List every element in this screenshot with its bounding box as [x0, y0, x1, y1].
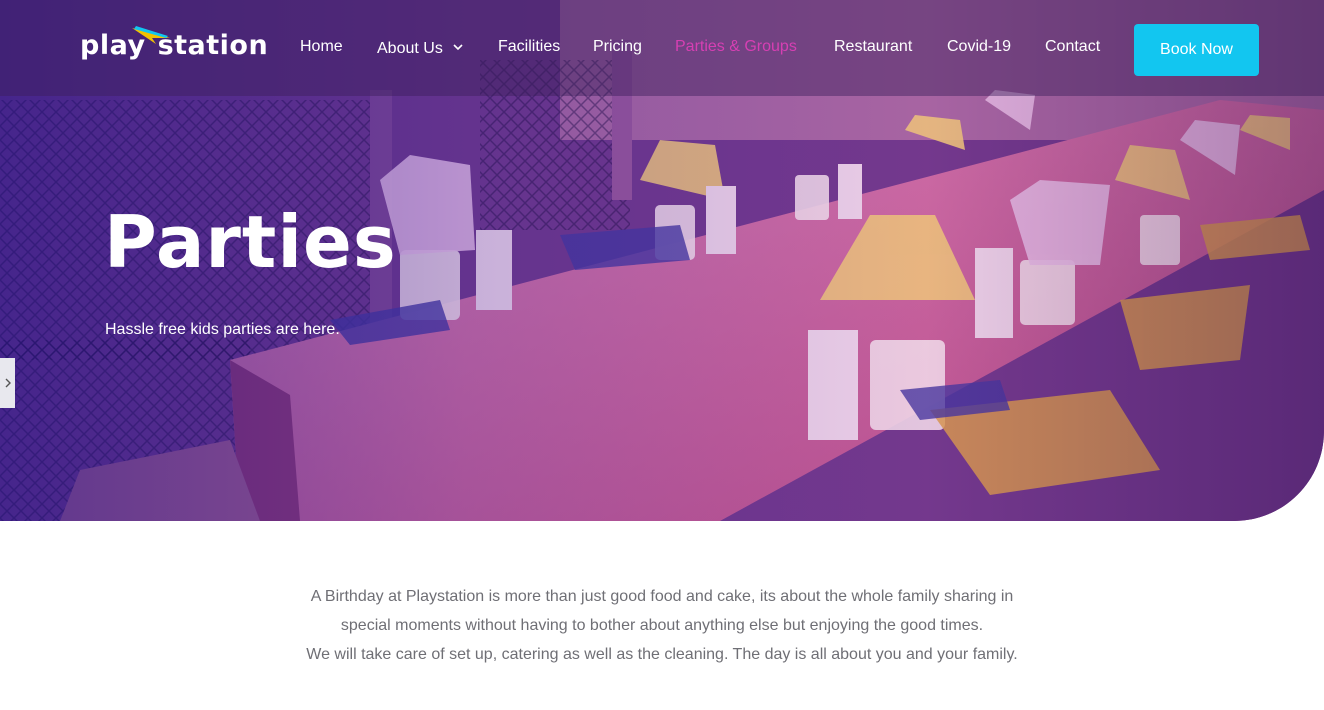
nav-item-label: Restaurant: [834, 38, 913, 55]
top-navigation-bar: play station Home About Us Facilities Pri…: [0, 0, 1324, 96]
nav-item-parties-groups[interactable]: Parties & Groups: [675, 38, 797, 56]
intro-line: We will take care of set up, catering as…: [306, 646, 1018, 663]
logo-word-station: station: [157, 30, 269, 61]
logo-word-play: play: [80, 30, 146, 61]
hero-subtitle: Hassle free kids parties are here.: [105, 321, 340, 338]
nav-item-label: Contact: [1045, 38, 1101, 55]
nav-item-label: Parties & Groups: [675, 38, 797, 55]
nav-item-about-us[interactable]: About Us: [377, 38, 463, 58]
nav-item-contact[interactable]: Contact: [1045, 38, 1100, 56]
chevron-down-icon: [453, 38, 463, 56]
nav-item-home[interactable]: Home: [300, 38, 343, 56]
book-now-button[interactable]: Book Now: [1134, 24, 1259, 76]
intro-line: special moments without having to bother…: [340, 617, 984, 634]
nav-item-label: About Us: [377, 40, 443, 57]
nav-item-label: Facilities: [498, 38, 561, 55]
nav-item-pricing[interactable]: Pricing: [593, 38, 642, 56]
nav-item-label: Home: [300, 38, 343, 55]
intro-text: A Birthday at Playstation is more than j…: [262, 582, 1062, 669]
side-panel-toggle[interactable]: [0, 358, 15, 408]
nav-item-facilities[interactable]: Facilities: [498, 38, 560, 56]
logo-text: play station: [80, 30, 268, 61]
chevron-right-icon: [5, 378, 11, 388]
intro-line: A Birthday at Playstation is more than j…: [310, 588, 1014, 605]
nav-item-covid-19[interactable]: Covid-19: [947, 38, 1011, 56]
nav-item-label: Covid-19: [947, 38, 1012, 55]
page-title: Parties: [104, 200, 397, 284]
nav-item-restaurant[interactable]: Restaurant: [834, 38, 912, 56]
site-logo[interactable]: play station: [80, 26, 268, 70]
nav-item-label: Pricing: [593, 38, 642, 55]
